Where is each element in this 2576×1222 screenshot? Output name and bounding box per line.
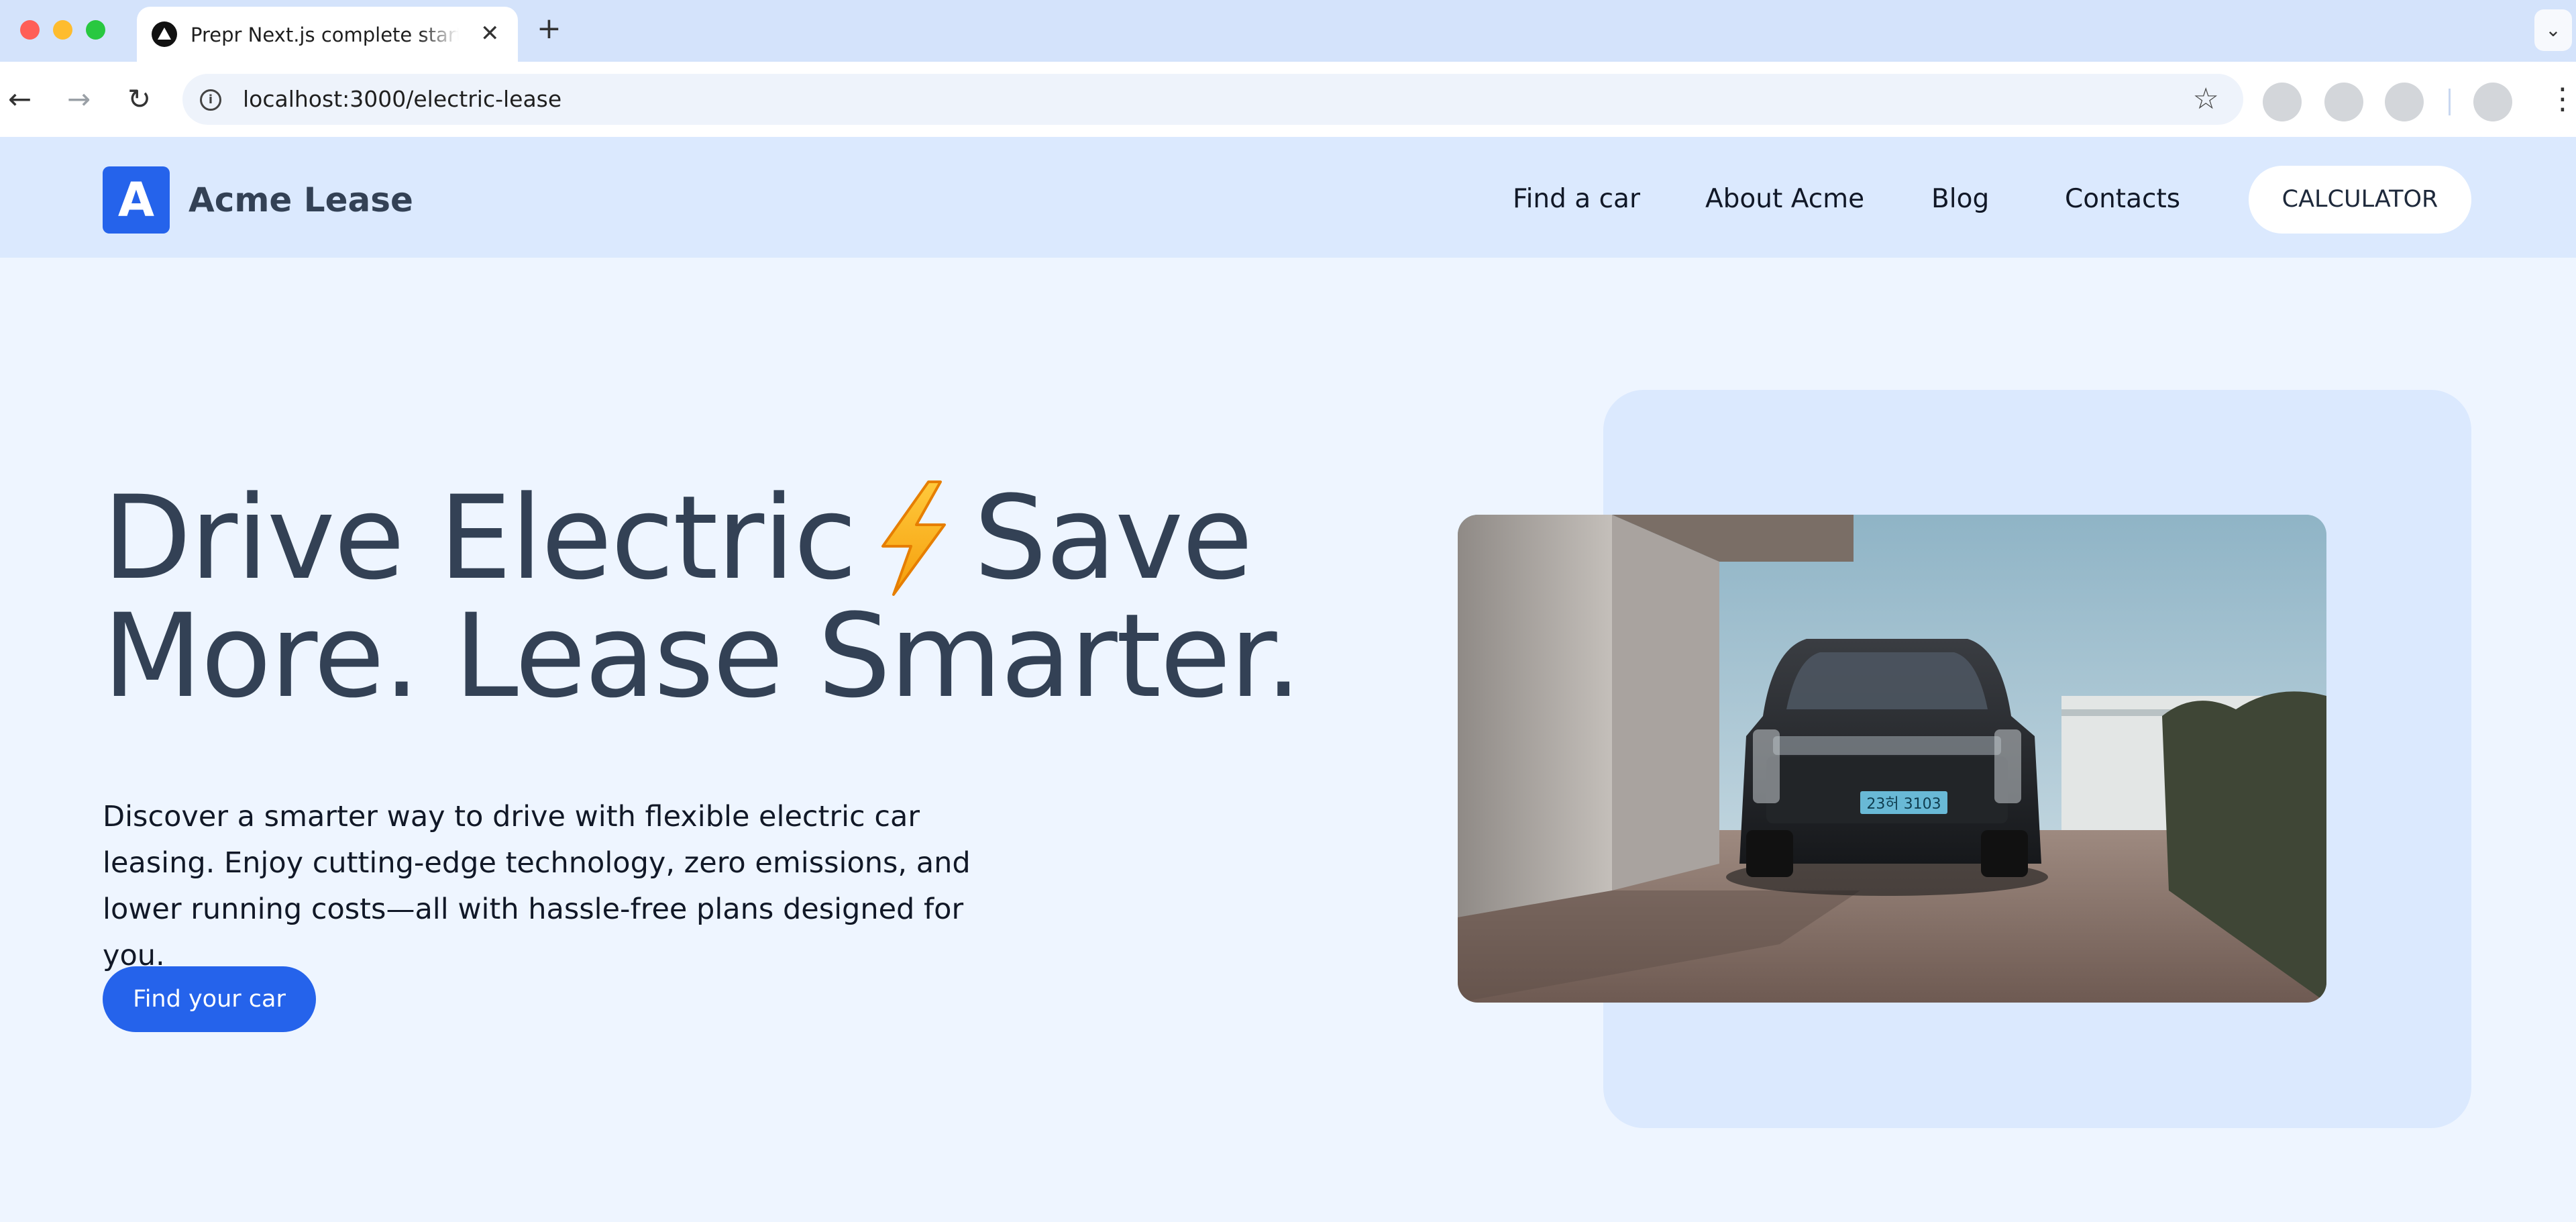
extension-icon[interactable] xyxy=(2263,83,2302,121)
toolbar-divider xyxy=(2449,89,2451,115)
logo-icon[interactable]: A xyxy=(103,166,170,234)
chevron-down-icon[interactable]: ⌄ xyxy=(2534,9,2572,51)
plus-icon[interactable]: + xyxy=(537,12,561,46)
nav-link-about[interactable]: About Acme xyxy=(1705,182,1864,217)
hero-section: Drive Electric Save More. Lease Smarter.… xyxy=(0,258,2576,1222)
nav-link-find-a-car[interactable]: Find a car xyxy=(1513,182,1640,217)
extension-icon[interactable] xyxy=(2324,83,2363,121)
hero-description: Discover a smarter way to drive with fle… xyxy=(103,800,971,972)
arrow-left-icon[interactable]: ← xyxy=(8,81,32,118)
browser-tab[interactable]: Prepr Next.js complete starter ✕ xyxy=(137,7,518,62)
avatar[interactable] xyxy=(2473,83,2512,121)
star-icon[interactable]: ☆ xyxy=(2193,83,2219,115)
kebab-menu-icon[interactable]: ⋮ xyxy=(2548,81,2576,118)
find-your-car-button[interactable]: Find your car xyxy=(103,966,316,1032)
extension-icon[interactable] xyxy=(2385,83,2424,121)
hero-title: Drive Electric Save More. Lease Smarter. xyxy=(103,479,1377,715)
hero-car-image: 23허 3103 xyxy=(1458,515,2326,1003)
nav-link-blog[interactable]: Blog xyxy=(1931,182,1989,217)
browser-toolbar: ← → ↻ i localhost:3000/electric-lease ☆ … xyxy=(0,62,2576,137)
window-minimize-button[interactable] xyxy=(53,20,72,40)
lightning-bolt-icon xyxy=(867,479,958,597)
license-plate: 23허 3103 xyxy=(1866,796,1941,813)
window-maximize-button[interactable] xyxy=(86,20,105,40)
close-icon[interactable]: ✕ xyxy=(480,20,500,47)
tab-title: Prepr Next.js complete starter xyxy=(191,23,459,46)
brand-name[interactable]: Acme Lease xyxy=(189,180,413,220)
nav-link-contacts[interactable]: Contacts xyxy=(2065,182,2180,217)
info-icon[interactable]: i xyxy=(200,89,221,111)
hero-title-part1: Drive Electric xyxy=(103,470,857,605)
vercel-triangle-icon xyxy=(152,21,177,47)
calculator-button[interactable]: CALCULATOR xyxy=(2249,166,2471,234)
site-header: A Acme Lease Find a car About Acme Blog … xyxy=(0,137,2576,258)
url-text[interactable]: localhost:3000/electric-lease xyxy=(243,86,561,113)
reload-icon[interactable]: ↻ xyxy=(127,81,151,118)
browser-tab-bar: Prepr Next.js complete starter ✕ + ⌄ xyxy=(0,0,2576,62)
window-close-button[interactable] xyxy=(20,20,40,40)
arrow-right-icon[interactable]: → xyxy=(67,81,91,118)
address-bar[interactable]: i localhost:3000/electric-lease ☆ xyxy=(182,74,2243,125)
